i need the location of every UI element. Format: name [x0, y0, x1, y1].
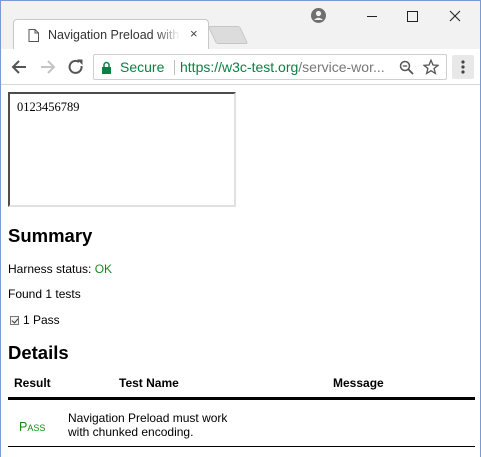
browser-tab[interactable]: Navigation Preload with chunked encoding… [13, 19, 209, 50]
details-heading: Details [8, 342, 69, 363]
test-iframe: 0123456789 [8, 92, 236, 207]
minimize-icon[interactable] [358, 5, 386, 27]
test-name: Navigation Preload must work with chunke… [68, 411, 228, 439]
lock-icon[interactable] [101, 61, 112, 74]
page-content: 0123456789 Summary Harness status: OK Fo… [1, 86, 480, 457]
omnibox-divider [174, 60, 175, 75]
harness-status-value: OK [94, 262, 113, 276]
new-tab-button[interactable] [207, 26, 249, 44]
secure-label[interactable]: Secure [120, 59, 164, 75]
result-status: Pass [19, 420, 46, 434]
menu-icon [461, 60, 465, 74]
browser-window: Navigation Preload with chunked encoding… [0, 0, 481, 457]
tab-close-icon[interactable]: × [190, 27, 198, 41]
header-rule [8, 397, 475, 400]
summary-heading: Summary [8, 225, 93, 246]
iframe-text: 0123456789 [17, 100, 80, 114]
row-rule [8, 446, 475, 447]
zoom-icon[interactable] [399, 60, 414, 75]
harness-status: Harness status: OK [8, 262, 112, 276]
column-header-result: Result [14, 376, 51, 390]
address-bar[interactable]: Secure https://w3c-test.org/service-wor.… [93, 54, 447, 80]
close-icon[interactable] [441, 5, 469, 27]
forward-icon[interactable] [38, 57, 58, 77]
maximize-icon[interactable] [398, 5, 426, 27]
url-path: /service-wor... [298, 59, 385, 75]
url-host: https://w3c-test.org [180, 59, 299, 75]
reload-icon[interactable] [66, 57, 86, 77]
profile-icon[interactable] [311, 8, 326, 23]
tab-strip: Navigation Preload with chunked encoding… [1, 1, 480, 50]
pass-count-label: 1 Pass [23, 313, 60, 327]
menu-button[interactable] [452, 55, 474, 79]
tab-title: Navigation Preload with chunked encoding [48, 28, 180, 42]
harness-label: Harness status: [8, 262, 95, 276]
pass-filter[interactable]: 1 Pass [10, 313, 60, 327]
page-icon [28, 29, 39, 42]
column-header-test-name: Test Name [119, 376, 179, 390]
pass-checkbox[interactable] [10, 315, 19, 325]
browser-toolbar: Secure https://w3c-test.org/service-wor.… [1, 49, 480, 85]
back-icon[interactable] [10, 57, 30, 77]
star-icon[interactable] [423, 59, 439, 75]
found-tests: Found 1 tests [8, 287, 81, 301]
column-header-message: Message [333, 376, 384, 390]
url-text[interactable]: https://w3c-test.org/service-wor... [180, 59, 386, 75]
